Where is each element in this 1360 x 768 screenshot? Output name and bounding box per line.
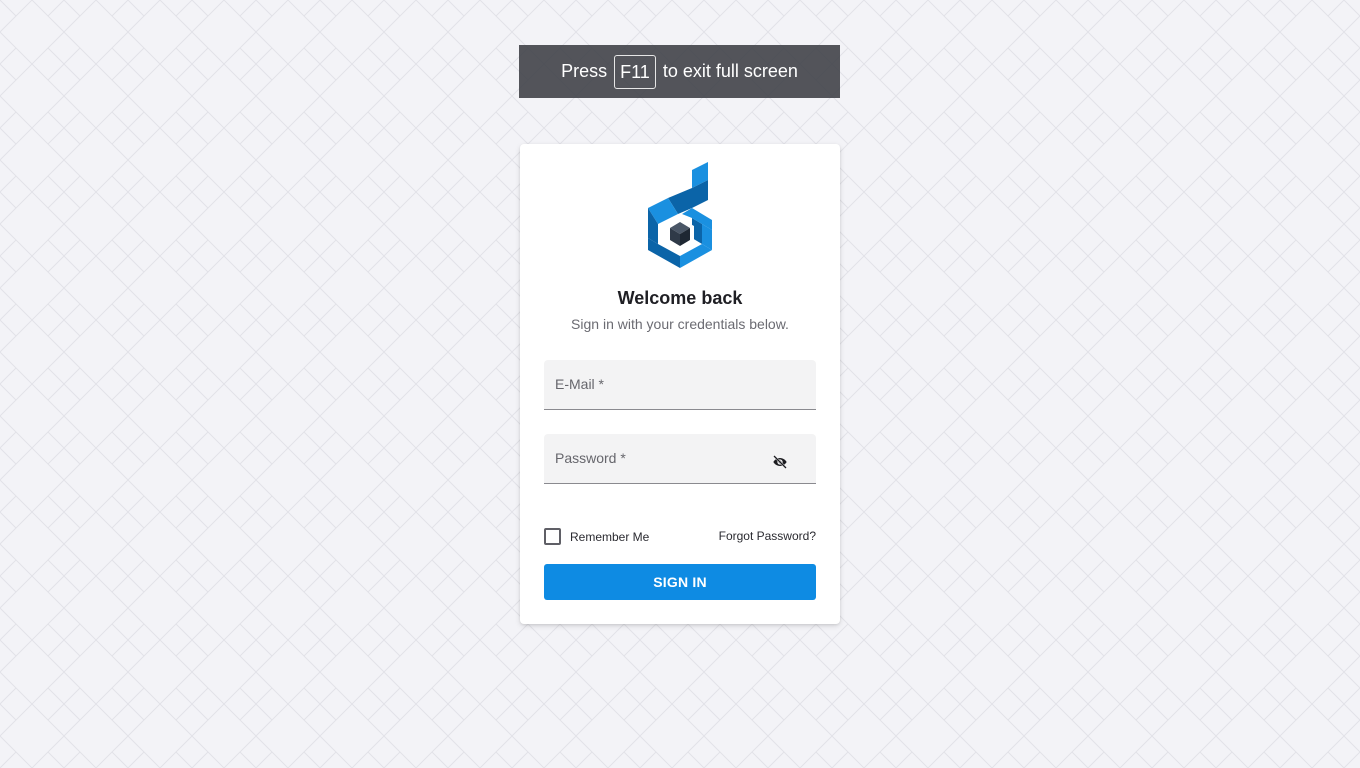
- brand-logo-icon: [648, 162, 712, 268]
- welcome-subtitle: Sign in with your credentials below.: [571, 316, 789, 332]
- fullscreen-notice: Press F11 to exit full screen: [519, 45, 840, 98]
- fullscreen-notice-suffix: to exit full screen: [662, 61, 798, 81]
- welcome-title: Welcome back: [617, 288, 743, 308]
- login-card: Welcome back Sign in with your credentia…: [520, 144, 840, 624]
- remember-me-checkbox[interactable]: [544, 528, 561, 545]
- remember-me-option[interactable]: Remember Me: [544, 528, 649, 545]
- password-field[interactable]: Password *: [544, 434, 816, 484]
- remember-me-label: Remember Me: [570, 529, 650, 544]
- f11-key-badge: F11: [614, 54, 656, 89]
- eye-off-icon[interactable]: [772, 454, 788, 470]
- fullscreen-notice-prefix: Press: [561, 61, 608, 81]
- email-field[interactable]: E-Mail *: [544, 360, 816, 410]
- email-input[interactable]: [544, 360, 816, 409]
- forgot-password-link[interactable]: Forgot Password?: [719, 529, 816, 543]
- sign-in-button[interactable]: SIGN IN: [544, 564, 816, 600]
